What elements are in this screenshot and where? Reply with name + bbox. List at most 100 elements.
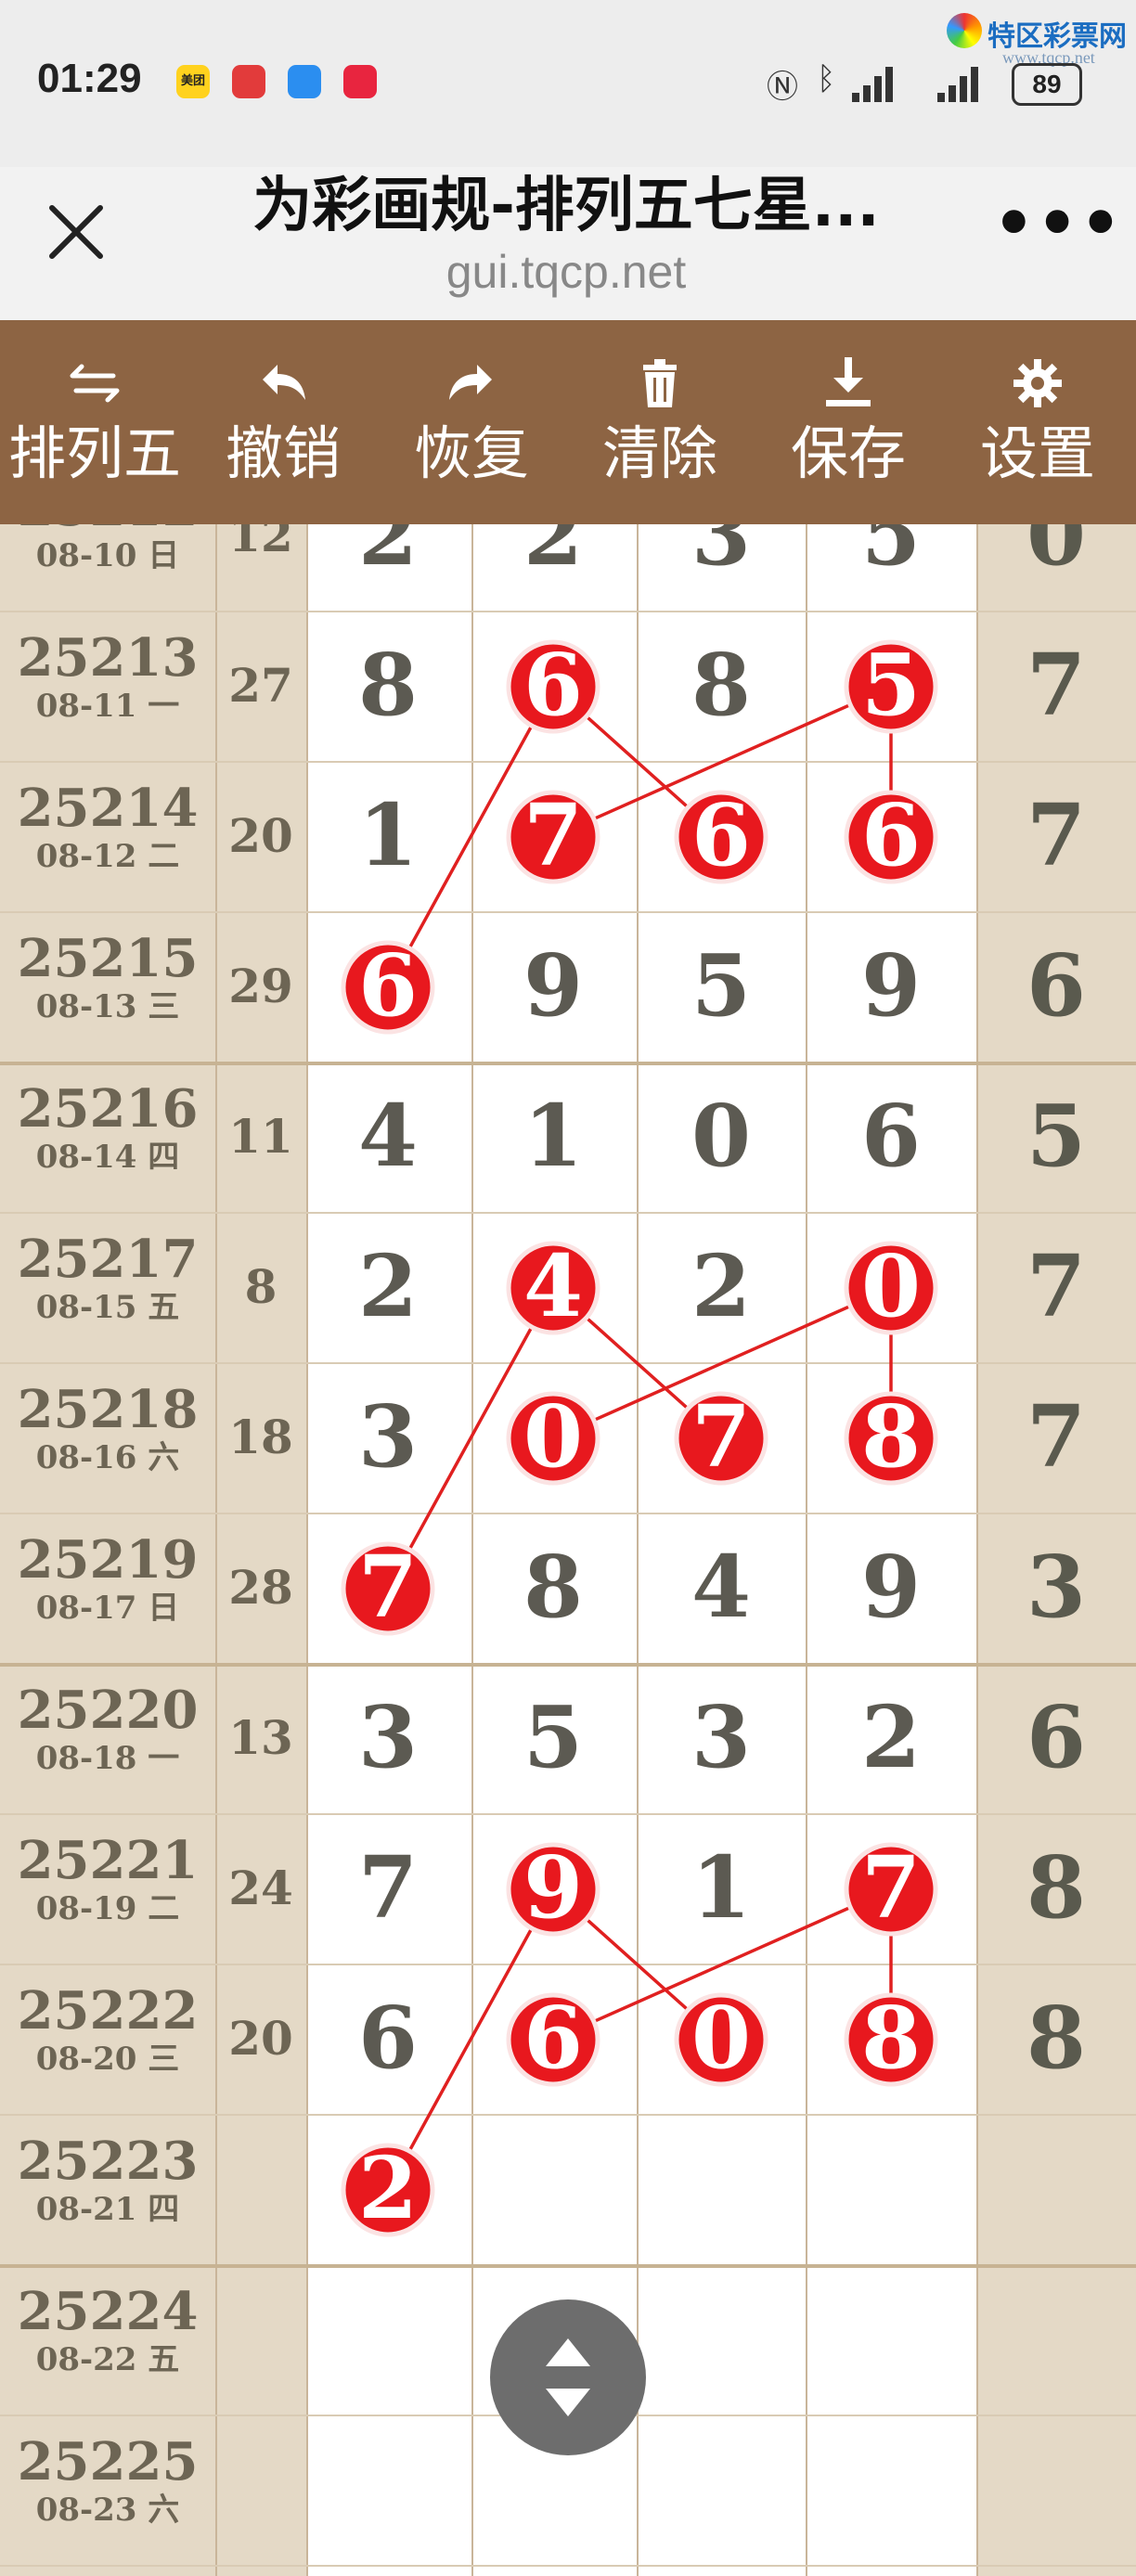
number-cell[interactable]: 7 xyxy=(332,1836,444,1938)
number-cell[interactable]: 5 xyxy=(497,1686,609,1788)
number-cell[interactable]: 3 xyxy=(665,1686,777,1788)
number-cell[interactable]: 2 xyxy=(497,524,609,586)
number-cell[interactable]: 6 xyxy=(332,934,444,1037)
sum-cell: 8 xyxy=(244,1259,278,1314)
issue-number: 25215 xyxy=(17,928,199,989)
number-cell[interactable]: 9 xyxy=(835,1536,947,1638)
number-cell[interactable]: 6 xyxy=(497,634,609,736)
trash-icon xyxy=(643,359,677,407)
last-digit-cell: 0 xyxy=(1026,524,1086,585)
issue-cell: 25220 08-18 一 xyxy=(0,1681,215,1777)
number-cell[interactable]: 6 xyxy=(332,1987,444,2089)
number-cell[interactable]: 7 xyxy=(835,1836,947,1938)
save-button[interactable]: 保存 xyxy=(755,320,941,524)
status-time: 01:29 xyxy=(37,56,142,101)
toolbar-mode-button[interactable]: 排列五 xyxy=(2,320,187,524)
number-cell[interactable]: 6 xyxy=(497,1987,609,2089)
number-cell[interactable]: 5 xyxy=(835,634,947,736)
issue-number: 25213 xyxy=(17,627,199,689)
number-cell[interactable]: 0 xyxy=(665,1085,777,1187)
bluetooth-icon: ᛒ xyxy=(817,61,836,97)
issue-cell: 25213 08-11 一 xyxy=(0,628,215,725)
last-digit-cell: 6 xyxy=(1026,935,1086,1036)
number-cell[interactable]: 2 xyxy=(835,1686,947,1788)
number-cell[interactable]: 2 xyxy=(332,524,444,586)
number-cell[interactable]: 6 xyxy=(835,1085,947,1187)
number-cell[interactable]: 7 xyxy=(497,784,609,886)
issue-date: 08-10 日 xyxy=(35,537,180,574)
toolbar: 排列五 撤销 恢复 清除 保存 设置 xyxy=(0,320,1136,524)
last-digit-cell: 5 xyxy=(1026,1086,1086,1186)
issue-cell: 25216 08-14 四 xyxy=(0,1079,215,1176)
number-cell[interactable]: 0 xyxy=(497,1385,609,1488)
number-cell[interactable]: 2 xyxy=(665,1235,777,1337)
blue-chat-icon xyxy=(288,65,321,98)
close-icon[interactable] xyxy=(39,195,113,269)
number-cell[interactable]: 8 xyxy=(332,634,444,736)
undo-label: 撤销 xyxy=(225,419,341,487)
issue-number: 25224 xyxy=(17,2281,199,2342)
issue-date: 08-19 二 xyxy=(35,1890,180,1927)
number-cell[interactable]: 4 xyxy=(497,1235,609,1337)
number-cell[interactable]: 1 xyxy=(497,1085,609,1187)
scroll-toggle-button[interactable] xyxy=(490,2299,646,2455)
download-icon xyxy=(826,357,871,406)
number-cell[interactable]: 0 xyxy=(835,1235,947,1337)
issue-number: 25214 xyxy=(17,778,199,839)
clear-button[interactable]: 清除 xyxy=(567,320,753,524)
clear-label: 清除 xyxy=(601,419,717,487)
number-cell[interactable]: 7 xyxy=(332,1536,444,1638)
save-label: 保存 xyxy=(790,419,906,487)
issue-number: 25219 xyxy=(17,1529,199,1591)
number-cell[interactable]: 8 xyxy=(665,634,777,736)
number-cell[interactable]: 5 xyxy=(835,524,947,586)
sum-cell: 11 xyxy=(228,1109,293,1164)
number-cell[interactable]: 1 xyxy=(665,1836,777,1938)
number-cell[interactable]: 3 xyxy=(665,524,777,586)
signal-1-icon xyxy=(852,65,904,102)
number-cell[interactable]: 9 xyxy=(835,934,947,1037)
number-cell[interactable]: 7 xyxy=(665,1385,777,1488)
more-menu-icon[interactable]: ••• xyxy=(993,186,1123,262)
number-cell[interactable]: 8 xyxy=(497,1536,609,1638)
issue-cell: 25224 08-22 五 xyxy=(0,2282,215,2378)
settings-button[interactable]: 设置 xyxy=(945,320,1130,524)
issue-date: 08-20 三 xyxy=(35,2041,180,2078)
page-url: gui.tqcp.net xyxy=(445,246,687,298)
undo-button[interactable]: 撤销 xyxy=(190,320,376,524)
number-cell[interactable]: 8 xyxy=(835,1987,947,2089)
last-digit-cell: 6 xyxy=(1026,1687,1086,1787)
number-cell[interactable]: 8 xyxy=(835,1385,947,1488)
redo-button[interactable]: 恢复 xyxy=(379,320,564,524)
issue-cell: 25221 08-19 二 xyxy=(0,1831,215,1927)
issue-number: 25225 xyxy=(17,2431,199,2492)
trend-chart-grid[interactable]: 2521208-10 日12223502521308-11 一278685725… xyxy=(0,524,1136,2576)
number-cell[interactable]: 4 xyxy=(332,1085,444,1187)
number-cell[interactable]: 6 xyxy=(665,784,777,886)
issue-date: 08-14 四 xyxy=(35,1139,180,1176)
number-cell[interactable]: 3 xyxy=(332,1686,444,1788)
number-cell[interactable]: 9 xyxy=(497,934,609,1037)
up-down-arrows-icon xyxy=(546,2338,590,2416)
number-cell[interactable]: 0 xyxy=(665,1987,777,2089)
heart-app-icon xyxy=(343,65,377,98)
issue-date: 08-23 六 xyxy=(35,2492,180,2529)
issue-cell: 25222 08-20 三 xyxy=(0,1981,215,2078)
number-cell[interactable]: 3 xyxy=(332,1385,444,1488)
swap-icon xyxy=(70,364,120,403)
last-digit-cell: 7 xyxy=(1026,1236,1086,1336)
number-cell[interactable]: 5 xyxy=(665,934,777,1037)
number-cell[interactable]: 4 xyxy=(665,1536,777,1638)
issue-date: 08-13 三 xyxy=(35,988,180,1025)
issue-date: 08-18 一 xyxy=(35,1740,180,1777)
nfc-icon: Ⓝ xyxy=(767,70,798,105)
number-cell[interactable]: 2 xyxy=(332,1235,444,1337)
number-cell[interactable]: 1 xyxy=(332,784,444,886)
number-cell[interactable]: 9 xyxy=(497,1836,609,1938)
number-cell[interactable]: 2 xyxy=(332,2137,444,2239)
meituan-icon: 美团 xyxy=(176,65,210,98)
issue-date: 08-17 日 xyxy=(35,1590,180,1627)
number-cell[interactable]: 6 xyxy=(835,784,947,886)
issue-cell: 2521208-10 日 xyxy=(0,524,215,574)
sum-cell: 27 xyxy=(228,658,293,713)
